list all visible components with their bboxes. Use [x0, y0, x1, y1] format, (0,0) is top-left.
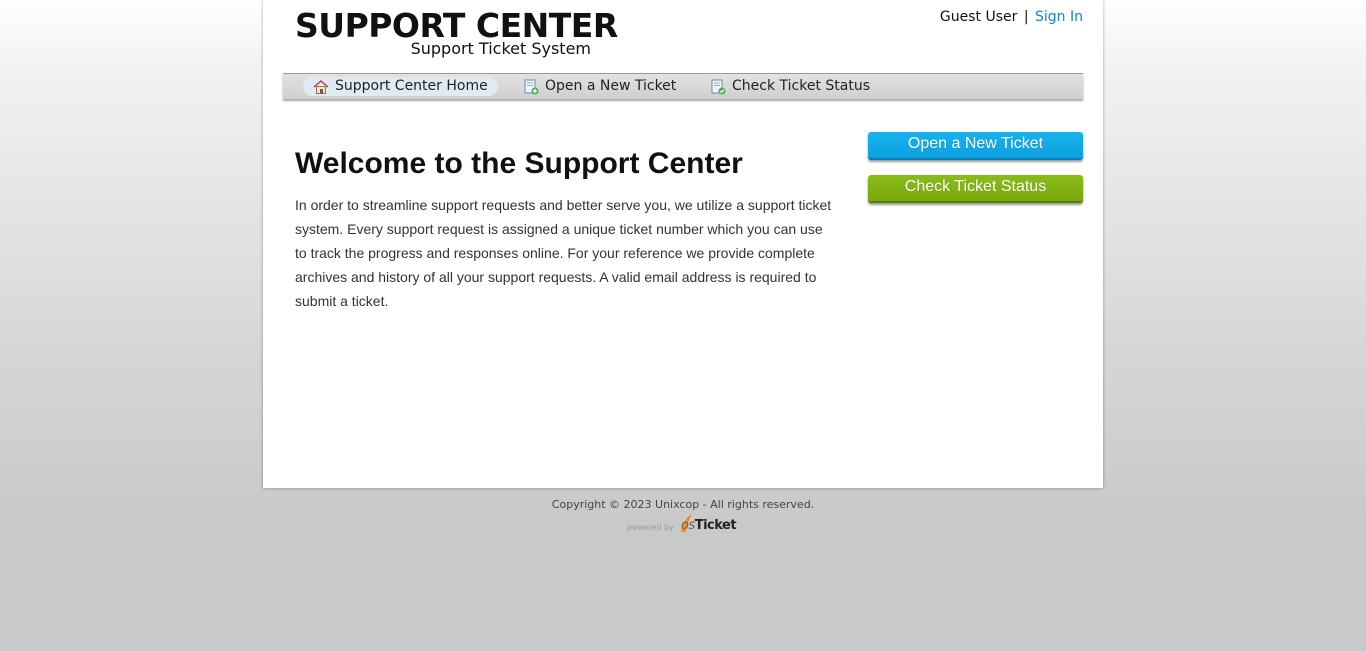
- brand-os: os: [681, 518, 695, 533]
- open-new-ticket-button[interactable]: Open a New Ticket: [868, 132, 1083, 160]
- check-ticket-status-button[interactable]: Check Ticket Status: [868, 175, 1083, 203]
- main-content: Welcome to the Support Center In order t…: [295, 130, 840, 313]
- home-icon: [313, 79, 329, 94]
- page-container: SUPPORT CENTER Support Ticket System Gue…: [263, 0, 1103, 488]
- ticket-status-icon: [711, 79, 726, 95]
- nav-label-home: Support Center Home: [335, 78, 488, 94]
- nav-label-check-status: Check Ticket Status: [732, 78, 870, 94]
- copyright-text: Copyright © 2023 Unixcop - All rights re…: [551, 498, 815, 511]
- user-info: Guest User | Sign In: [940, 9, 1083, 25]
- powered-by-label: powered by: [627, 523, 674, 532]
- brand-ticket: Ticket: [694, 518, 737, 533]
- nav-label-open-ticket: Open a New Ticket: [545, 78, 677, 94]
- osticket-brand: osTicket: [681, 518, 737, 533]
- site-logo[interactable]: SUPPORT CENTER Support Ticket System: [295, 8, 618, 64]
- separator: |: [1023, 9, 1029, 25]
- footer: Copyright © 2023 Unixcop - All rights re…: [263, 496, 1103, 539]
- guest-user-label: Guest User: [939, 9, 1018, 25]
- nav-item-home[interactable]: Support Center Home: [303, 77, 498, 96]
- welcome-text: In order to streamline support requests …: [295, 197, 832, 309]
- logo-subtitle: Support Ticket System: [410, 39, 591, 58]
- powered-by-osticket-logo[interactable]: powered by osTicket: [627, 514, 739, 539]
- header: SUPPORT CENTER Support Ticket System Gue…: [263, 0, 1103, 72]
- page-title: Welcome to the Support Center: [295, 147, 743, 180]
- main-nav: Support Center Home Open a New Ticket Ch…: [283, 73, 1083, 99]
- new-ticket-icon: [524, 79, 539, 95]
- sign-in-link[interactable]: Sign In: [1035, 9, 1083, 25]
- nav-item-open-ticket[interactable]: Open a New Ticket: [513, 77, 686, 96]
- nav-item-check-status[interactable]: Check Ticket Status: [700, 77, 880, 96]
